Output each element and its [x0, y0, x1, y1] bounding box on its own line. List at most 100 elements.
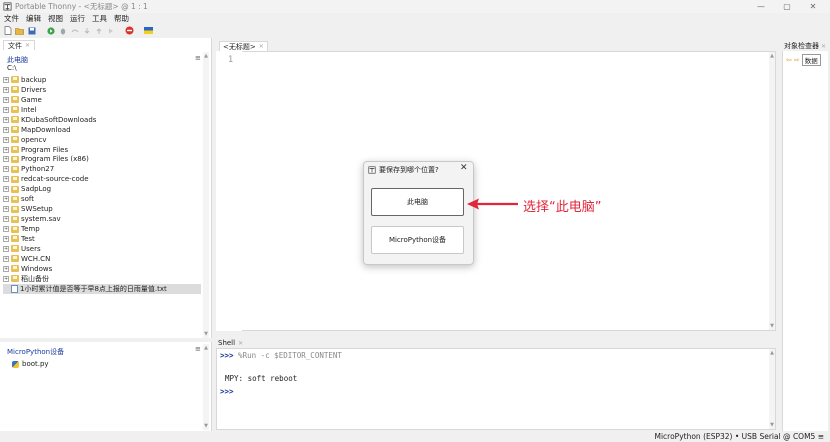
folder-icon — [11, 86, 19, 94]
resume-icon[interactable] — [106, 26, 115, 35]
menu-help[interactable]: 帮助 — [114, 13, 129, 24]
save-icon[interactable] — [27, 26, 36, 35]
expand-icon[interactable]: + — [3, 116, 9, 123]
forward-arrow-icon[interactable]: ⇨ — [794, 56, 800, 64]
folder-row[interactable]: + MapDownload — [3, 125, 201, 135]
step-into-icon[interactable] — [82, 26, 91, 35]
expand-icon[interactable]: + — [3, 235, 9, 242]
folder-row[interactable]: + Temp — [3, 224, 201, 234]
folder-row[interactable]: + Python27 — [3, 164, 201, 174]
back-arrow-icon[interactable]: ⇦ — [786, 56, 792, 64]
list-item[interactable]: boot.py — [12, 360, 49, 368]
flag-icon[interactable] — [144, 26, 153, 35]
folder-icon — [11, 265, 19, 273]
folder-row[interactable]: + Drivers — [3, 85, 201, 95]
menu-file[interactable]: 文件 — [4, 13, 19, 24]
object-inspector-pane — [782, 51, 828, 431]
folder-row[interactable]: + Game — [3, 95, 201, 105]
expand-icon[interactable]: + — [3, 76, 9, 83]
shell-scrollbar[interactable]: ▲ ▼ — [769, 349, 775, 429]
expand-icon[interactable]: + — [3, 86, 9, 93]
files-scrollbar[interactable]: ▲ ▼ — [203, 52, 209, 338]
folder-icon — [11, 96, 19, 104]
device-scrollbar[interactable]: ▲ ▼ — [203, 344, 209, 430]
close-icon[interactable]: ✕ — [821, 43, 826, 50]
folder-row[interactable]: + opencv — [3, 135, 201, 145]
file-name: Temp — [21, 225, 40, 234]
editor-scrollbar[interactable]: ▲ ▼ — [769, 52, 775, 330]
tab-shell[interactable]: Shell ✕ — [218, 338, 243, 348]
expand-icon[interactable]: + — [3, 196, 9, 203]
data-button[interactable]: 数据 — [801, 54, 821, 66]
folder-row[interactable]: + backup — [3, 75, 201, 85]
menu-view[interactable]: 视图 — [48, 13, 63, 24]
folder-row[interactable]: + system.sav — [3, 214, 201, 224]
folder-row[interactable]: + SadpLog — [3, 184, 201, 194]
expand-icon[interactable]: + — [3, 176, 9, 183]
menu-edit[interactable]: 编辑 — [26, 13, 41, 24]
menu-run[interactable]: 运行 — [70, 13, 85, 24]
tab-files[interactable]: 文件 ✕ — [3, 40, 36, 50]
folder-row[interactable]: + Windows — [3, 264, 201, 274]
minimize-button[interactable]: — — [748, 0, 774, 13]
device-menu-button[interactable]: ≡ — [195, 345, 201, 353]
expand-icon[interactable]: + — [3, 146, 9, 153]
step-over-icon[interactable] — [70, 26, 79, 35]
folder-row[interactable]: + Intel — [3, 105, 201, 115]
folder-row[interactable]: + SWSetup — [3, 204, 201, 214]
shell-console[interactable]: >>> %Run -c $EDITOR_CONTENT MPY: soft re… — [216, 348, 776, 430]
expand-icon[interactable]: + — [3, 96, 9, 103]
folder-row[interactable]: + WCH.CN — [3, 254, 201, 264]
folder-row[interactable]: + Program Files (x86) — [3, 155, 201, 165]
file-row[interactable]: 1小时累计值是否等于早8点上报的日雨量值.txt — [3, 283, 201, 294]
expand-icon[interactable]: + — [3, 275, 9, 282]
folder-icon — [11, 106, 19, 114]
close-icon[interactable]: ✕ — [25, 42, 30, 49]
close-icon[interactable]: ✕ — [238, 340, 243, 347]
code-editor[interactable] — [216, 51, 776, 331]
files-menu-button[interactable]: ≡ — [195, 54, 201, 62]
micropython-device-button[interactable]: MicroPython设备 — [371, 226, 464, 254]
expand-icon[interactable]: + — [3, 206, 9, 213]
expand-icon[interactable]: + — [3, 255, 9, 262]
expand-icon[interactable]: + — [3, 136, 9, 143]
tab-untitled[interactable]: <无标题> ✕ — [219, 41, 268, 51]
expand-icon[interactable]: + — [3, 245, 9, 252]
dialog-close-button[interactable]: ✕ — [460, 163, 468, 173]
folder-icon — [11, 205, 19, 213]
file-name: Game — [21, 95, 42, 104]
folder-row[interactable]: + soft — [3, 194, 201, 204]
expand-icon[interactable]: + — [3, 126, 9, 133]
menu-tools[interactable]: 工具 — [92, 13, 107, 24]
open-file-icon[interactable] — [15, 26, 24, 35]
folder-row[interactable]: + redcat-source-code — [3, 174, 201, 184]
folder-row[interactable]: + Program Files — [3, 145, 201, 155]
expand-icon[interactable]: + — [3, 156, 9, 163]
folder-row[interactable]: + Users — [3, 244, 201, 254]
expand-icon[interactable]: + — [3, 166, 9, 173]
expand-icon[interactable]: + — [3, 216, 9, 223]
run-icon[interactable] — [46, 26, 55, 35]
tab-object-inspector[interactable]: 对象检查器 ✕ — [784, 41, 826, 51]
folder-row[interactable]: + KDubaSoftDownloads — [3, 115, 201, 125]
stop-icon[interactable] — [125, 26, 134, 35]
file-name: Program Files (x86) — [21, 155, 89, 164]
expand-icon[interactable]: + — [3, 265, 9, 272]
debug-icon[interactable] — [58, 26, 67, 35]
folder-icon — [11, 215, 19, 223]
device-title[interactable]: MicroPython设备 — [7, 347, 64, 357]
folder-row[interactable]: + Test — [3, 234, 201, 244]
interpreter-status[interactable]: MicroPython (ESP32) • USB Serial @ COM5 … — [655, 432, 825, 441]
expand-icon[interactable]: + — [3, 226, 9, 233]
maximize-button[interactable]: ▢ — [774, 0, 800, 13]
inspector-nav: ⇦ ⇨ 数据 — [786, 54, 821, 66]
folder-row[interactable]: + 稻山备份 — [3, 274, 201, 284]
new-file-icon[interactable] — [3, 26, 12, 35]
this-pc-button[interactable]: 此电脑 — [371, 188, 464, 216]
expand-icon[interactable]: + — [3, 186, 9, 193]
text-file-icon — [11, 284, 18, 293]
step-out-icon[interactable] — [94, 26, 103, 35]
close-window-button[interactable]: ✕ — [800, 0, 826, 13]
close-icon[interactable]: ✕ — [259, 43, 264, 50]
expand-icon[interactable]: + — [3, 106, 9, 113]
